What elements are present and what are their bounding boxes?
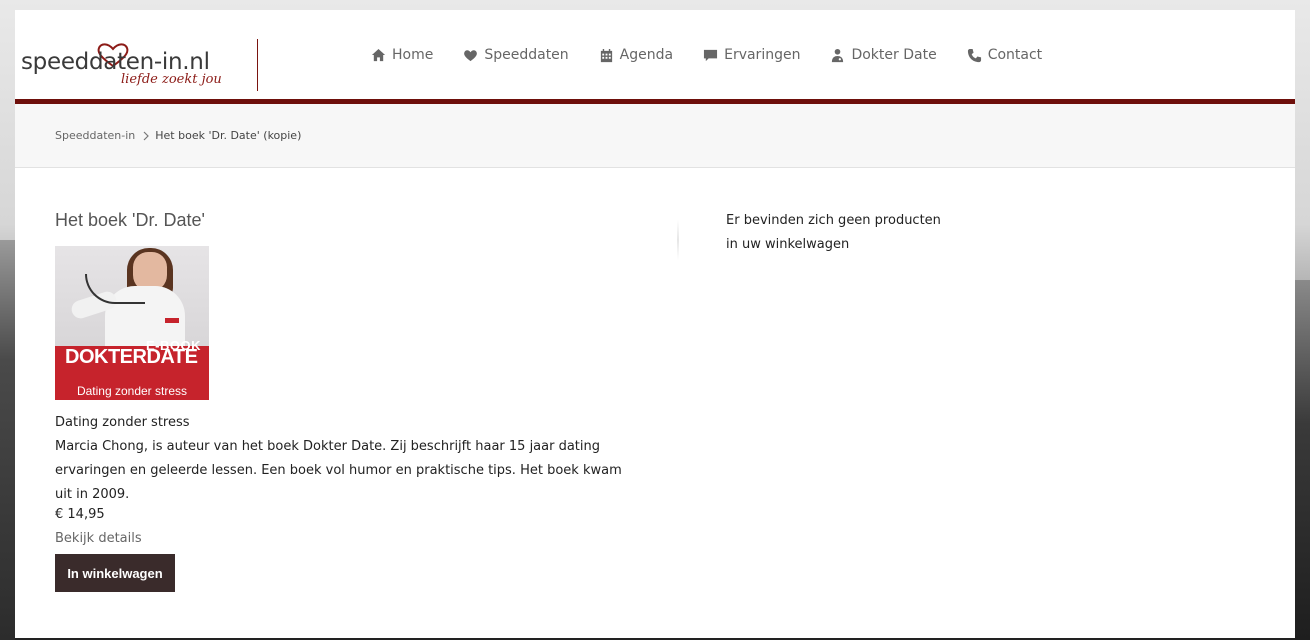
product-description: Marcia Chong, is auteur van het boek Dok… <box>55 439 622 502</box>
product-price: € 14,95 <box>55 507 105 522</box>
cover-photo <box>55 246 209 346</box>
nav-label: Home <box>392 47 434 63</box>
breadcrumb-bar: Speeddaten-in Het boek 'Dr. Date' (kopie… <box>15 104 1295 168</box>
main-nav: Home Speeddaten Agenda Ervaringen Dokter… <box>371 47 1072 63</box>
product-subtitle: Dating zonder stress <box>55 415 190 430</box>
nav-item-ervaringen[interactable]: Ervaringen <box>703 47 800 63</box>
main-content: Het boek 'Dr. Date' E-BOOK DOKTERDATE Da… <box>15 168 1295 634</box>
nav-item-home[interactable]: Home <box>371 47 433 63</box>
view-details-link[interactable]: Bekijk details <box>55 531 142 546</box>
cover-badge <box>165 318 179 323</box>
nav-label: Ervaringen <box>724 47 801 63</box>
background-left <box>0 240 15 640</box>
nav-item-dokter-date[interactable]: Dokter Date <box>830 47 937 63</box>
product-description-block: Dating zonder stress Marcia Chong, is au… <box>55 411 635 507</box>
site-header: speeddaten-in.nl liefde zoekt jou Home S… <box>15 10 1295 104</box>
home-icon <box>371 48 386 61</box>
product-image[interactable]: E-BOOK DOKTERDATE Dating zonder stress <box>55 246 209 400</box>
chevron-right-icon <box>143 131 150 140</box>
phone-icon <box>967 48 981 62</box>
nav-label: Speeddaten <box>484 47 569 63</box>
nav-label: Contact <box>987 47 1043 63</box>
background-right <box>1295 280 1310 640</box>
cover-subtitle: Dating zonder stress <box>76 384 188 398</box>
page-container: speeddaten-in.nl liefde zoekt jou Home S… <box>15 10 1295 640</box>
logo-tagline: liefde zoekt jou <box>121 72 222 87</box>
nav-item-speeddaten[interactable]: Speeddaten <box>463 47 569 63</box>
cart-empty-message: Er bevinden zich geen producten in uw wi… <box>726 213 941 252</box>
cover-title: DOKTERDATE <box>65 346 198 368</box>
calendar-icon <box>600 48 612 62</box>
nav-item-contact[interactable]: Contact <box>967 47 1042 63</box>
heart-icon <box>464 49 478 61</box>
site-logo[interactable]: speeddaten-in.nl liefde zoekt jou <box>20 37 235 93</box>
nav-label: Agenda <box>619 47 674 63</box>
nav-item-agenda[interactable]: Agenda <box>599 47 673 63</box>
breadcrumb-home-link[interactable]: Speeddaten-in <box>55 129 135 142</box>
column-divider <box>677 220 679 260</box>
nav-label: Dokter Date <box>851 47 937 63</box>
logo-divider <box>257 39 258 91</box>
chat-icon <box>704 49 718 61</box>
breadcrumb: Speeddaten-in Het boek 'Dr. Date' (kopie… <box>55 129 301 142</box>
add-to-cart-button[interactable]: In winkelwagen <box>55 554 175 592</box>
breadcrumb-current: Het boek 'Dr. Date' (kopie) <box>155 129 302 142</box>
product-title: Het boek 'Dr. Date' <box>55 210 205 230</box>
doctor-icon <box>832 48 844 62</box>
